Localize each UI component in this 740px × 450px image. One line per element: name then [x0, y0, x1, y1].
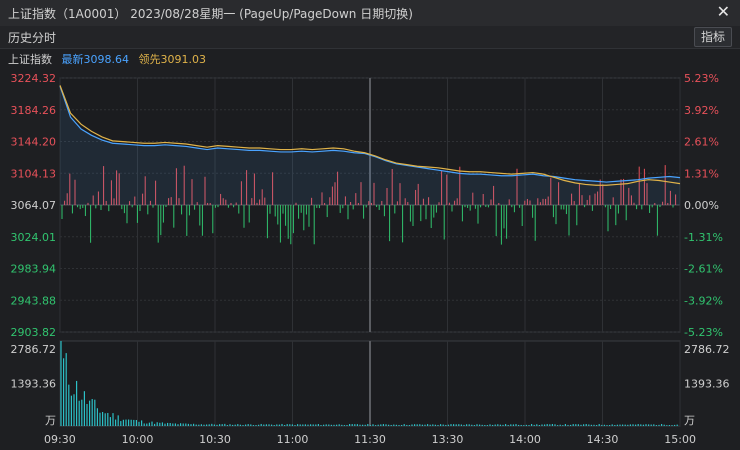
- x-tick: 14:00: [509, 433, 541, 446]
- x-tick: 13:30: [432, 433, 464, 446]
- x-tick: 10:00: [122, 433, 154, 446]
- y-tick-right: -1.31%: [684, 231, 723, 244]
- x-tick: 09:30: [44, 433, 76, 446]
- y-tick-right: 2.61%: [684, 136, 719, 149]
- volume-tick-left: 1393.36: [11, 378, 57, 391]
- y-tick-left: 3064.07: [11, 199, 57, 212]
- intraday-chart[interactable]: 3224.32 5.23% 3184.26 3.92% 3144.20 2.61% 3104…: [0, 0, 740, 450]
- x-tick: 10:30: [199, 433, 231, 446]
- y-tick-right: -5.23%: [684, 326, 723, 339]
- volume-tick-right: 万: [684, 414, 695, 427]
- y-tick-left: 2903.82: [11, 326, 57, 339]
- volume-tick-left: 万: [45, 414, 56, 427]
- y-tick-left: 3144.20: [11, 136, 57, 149]
- y-tick-left: 3184.26: [11, 104, 57, 117]
- x-tick: 11:00: [277, 433, 309, 446]
- y-tick-left: 2943.88: [11, 294, 57, 307]
- y-tick-left: 3024.01: [11, 231, 57, 244]
- y-tick-right: -2.61%: [684, 263, 723, 276]
- y-tick-right: 3.92%: [684, 104, 719, 117]
- volume-tick-left: 2786.72: [11, 343, 57, 356]
- volume-tick-right: 1393.36: [684, 378, 730, 391]
- y-tick-right: -3.92%: [684, 294, 723, 307]
- x-tick: 11:30: [354, 433, 386, 446]
- volume-tick-right: 2786.72: [684, 343, 730, 356]
- y-tick-right: 5.23%: [684, 72, 719, 85]
- y-tick-left: 3104.13: [11, 167, 57, 180]
- y-tick-right: 0.00%: [684, 199, 719, 212]
- x-tick: 15:00: [664, 433, 696, 446]
- y-tick-right: 1.31%: [684, 167, 719, 180]
- x-tick: 14:30: [587, 433, 619, 446]
- y-tick-left: 3224.32: [11, 72, 57, 85]
- y-tick-left: 2983.94: [11, 263, 57, 276]
